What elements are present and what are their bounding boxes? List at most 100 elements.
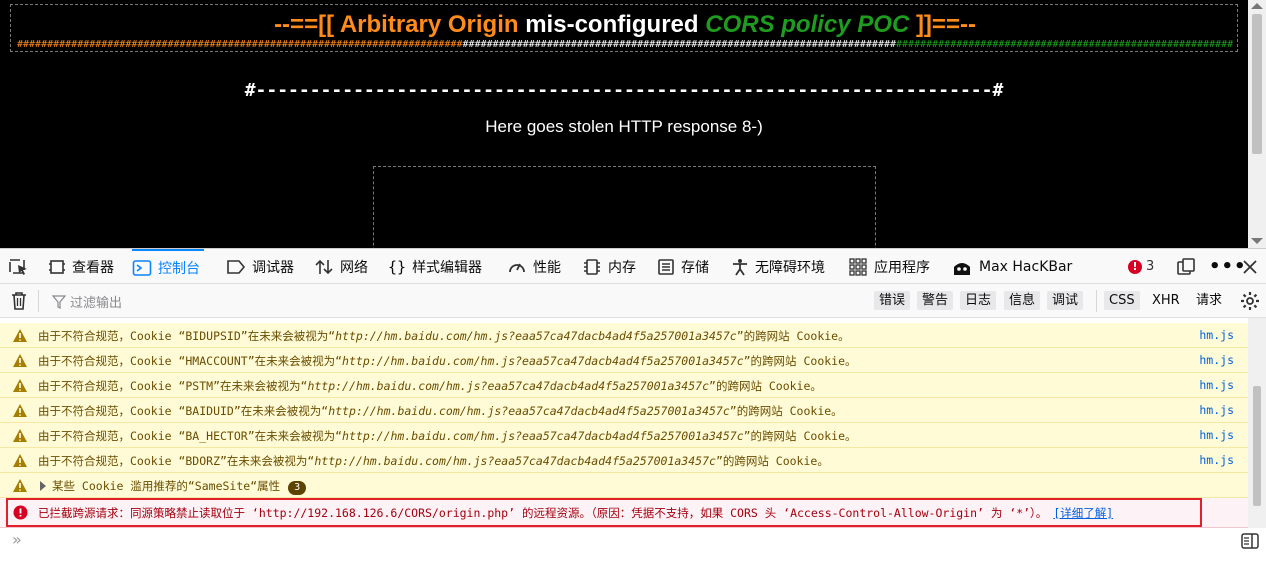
dash-divider: #---------------------------------------… — [244, 80, 1004, 101]
performance-icon — [509, 263, 525, 272]
filter-xhr[interactable]: XHR — [1147, 291, 1185, 310]
tab-performance[interactable]: 性能 — [507, 249, 561, 284]
warning-icon — [13, 479, 27, 492]
filter-placeholder: 过滤输出 — [70, 296, 123, 311]
console-scroll-thumb[interactable] — [1253, 386, 1261, 506]
console-warning-row[interactable]: 由于不符合规范，Cookie “PSTM”在未来会被视为“http://hm.b… — [0, 373, 1248, 398]
prompt-chevron-icon: » — [12, 530, 22, 549]
more-options-button[interactable]: ••• — [1209, 249, 1247, 284]
console-input[interactable]: » — [0, 528, 1266, 552]
warning-text: 由于不符合规范，Cookie “BIDUPSID”在未来会被视为“http://… — [38, 329, 850, 343]
filter-level-info[interactable]: 信息 — [1004, 291, 1041, 310]
console-warning-row[interactable]: 由于不符合规范，Cookie “BAIDUID”在未来会被视为“http://h… — [0, 398, 1248, 423]
group-text: 某些 Cookie 滥用推荐的“SameSite“属性 3 — [52, 478, 307, 495]
inspector-icon — [49, 259, 65, 274]
message-source-link[interactable]: hm.js — [1199, 328, 1234, 342]
tab-label: 内存 — [608, 259, 636, 276]
learn-more-link[interactable]: [详细了解] — [1053, 506, 1113, 520]
clear-console-button[interactable] — [10, 291, 28, 315]
sidebar-toggle-button[interactable] — [1241, 533, 1259, 553]
warning-icon — [13, 454, 27, 467]
console-warning-row[interactable]: 由于不符合规范，Cookie “BDORZ”在未来会被视为“http://hm.… — [0, 448, 1248, 473]
error-icon — [13, 505, 28, 520]
console-warning-row[interactable]: 由于不符合规范，Cookie “HMACCOUNT”在未来会被视为“http:/… — [0, 348, 1248, 373]
tab-label: 样式编辑器 — [412, 259, 483, 276]
message-source-link[interactable]: hm.js — [1199, 428, 1234, 442]
filter-output-input[interactable]: 过滤输出 — [52, 292, 122, 311]
trash-icon — [12, 292, 26, 310]
tab-storage[interactable]: 存储 — [657, 249, 709, 284]
tab-style-editor[interactable]: {} 样式编辑器 — [388, 249, 482, 284]
tab-label: 应用程序 — [874, 259, 930, 276]
scroll-up-arrow-icon[interactable] — [1251, 3, 1263, 9]
filter-level-errors[interactable]: 错误 — [874, 291, 911, 310]
title-part-1: --==[[ Arbitrary Origin — [274, 11, 526, 38]
page-scrollbar[interactable] — [1248, 0, 1266, 248]
message-source-link[interactable]: hm.js — [1199, 378, 1234, 392]
warning-text: 由于不符合规范，Cookie “BAIDUID”在未来会被视为“http://h… — [38, 404, 843, 418]
filter-requests[interactable]: 请求 — [1191, 291, 1227, 310]
level-separator — [1096, 290, 1097, 312]
console-icon — [132, 259, 152, 276]
tab-memory[interactable]: 内存 — [582, 249, 636, 284]
element-picker-icon — [9, 258, 27, 275]
group-count-badge: 3 — [288, 481, 307, 495]
error-count-badge[interactable]: ! 3 — [1128, 259, 1154, 274]
message-source-link[interactable]: hm.js — [1199, 403, 1234, 417]
scroll-down-arrow-icon[interactable] — [1251, 238, 1263, 244]
close-icon — [1243, 259, 1257, 274]
warning-text: 由于不符合规范，Cookie “BDORZ”在未来会被视为“http://hm.… — [38, 454, 829, 468]
ellipsis-icon: ••• — [1209, 256, 1247, 277]
gear-icon — [1241, 292, 1259, 310]
hash-orange: ########################################… — [17, 39, 463, 50]
tab-label: 无障碍环境 — [755, 259, 825, 276]
web-page: --==[[ Arbitrary Origin mis-configured C… — [0, 0, 1248, 248]
accessibility-icon — [733, 258, 747, 275]
console-warning-group[interactable]: 某些 Cookie 滥用推荐的“SameSite“属性 3 — [0, 473, 1248, 498]
filter-css[interactable]: CSS — [1104, 291, 1140, 310]
tab-label: Max HacKBar — [979, 258, 1073, 275]
stolen-response-label: Here goes stolen HTTP response 8-) — [485, 117, 763, 136]
filter-level-logs[interactable]: 日志 — [960, 291, 997, 310]
warning-icon — [13, 329, 27, 342]
dock-toggle-button[interactable] — [1176, 249, 1202, 284]
expand-arrow-icon[interactable] — [40, 481, 46, 491]
console-warning-row[interactable]: 由于不符合规范，Cookie “BIDUPSID”在未来会被视为“http://… — [0, 323, 1248, 348]
tab-label: 性能 — [533, 259, 561, 276]
page-scroll-thumb[interactable] — [1252, 14, 1262, 154]
tab-application[interactable]: 应用程序 — [848, 249, 930, 284]
title-banner: --==[[ Arbitrary Origin mis-configured C… — [10, 4, 1238, 52]
tab-network[interactable]: 网络 — [314, 249, 368, 284]
dock-side-icon — [1177, 257, 1195, 275]
close-devtools-button[interactable] — [1242, 249, 1264, 284]
tab-debugger[interactable]: 调试器 — [226, 249, 294, 284]
tab-max-hackbar[interactable]: Max HacKBar — [951, 249, 1072, 284]
filter-level-debug[interactable]: 调试 — [1047, 291, 1084, 310]
title-part-2: mis-configured — [525, 11, 706, 38]
filter-separator — [38, 290, 39, 312]
tab-inspector[interactable]: 查看器 — [48, 249, 114, 284]
error-count: 3 — [1146, 259, 1155, 274]
warning-icon — [13, 404, 27, 417]
tab-console[interactable]: 控制台 — [132, 249, 204, 284]
console-scrollbar[interactable] — [1248, 318, 1266, 528]
sidebar-icon — [1241, 533, 1259, 549]
title-part-4: ]]==-- — [915, 11, 976, 38]
network-icon — [315, 259, 333, 274]
element-picker-button[interactable] — [8, 249, 36, 284]
warning-text: 由于不符合规范，Cookie “HMACCOUNT”在未来会被视为“http:/… — [38, 354, 857, 368]
error-icon: ! — [1128, 259, 1142, 274]
tab-accessibility[interactable]: 无障碍环境 — [731, 249, 825, 284]
application-icon — [849, 257, 867, 276]
message-source-link[interactable]: hm.js — [1199, 353, 1234, 367]
console-settings-button[interactable] — [1240, 291, 1260, 315]
tab-label: 控制台 — [158, 260, 200, 277]
hash-white: ########################################… — [462, 39, 897, 50]
console-messages: 由于不符合规范，Cookie “BIDUPSID”在未来会被视为“http://… — [0, 318, 1266, 528]
warning-text: 由于不符合规范，Cookie “PSTM”在未来会被视为“http://hm.b… — [38, 379, 822, 393]
message-source-link[interactable]: hm.js — [1199, 453, 1234, 467]
filter-level-warnings[interactable]: 警告 — [917, 291, 954, 310]
console-warning-row[interactable]: 由于不符合规范，Cookie “BA_HECTOR”在未来会被视为“http:/… — [0, 423, 1248, 448]
console-error-row[interactable]: 已拦截跨源请求：同源策略禁止读取位于 ‘http://192.168.126.6… — [0, 498, 1248, 528]
warning-icon — [13, 379, 27, 392]
